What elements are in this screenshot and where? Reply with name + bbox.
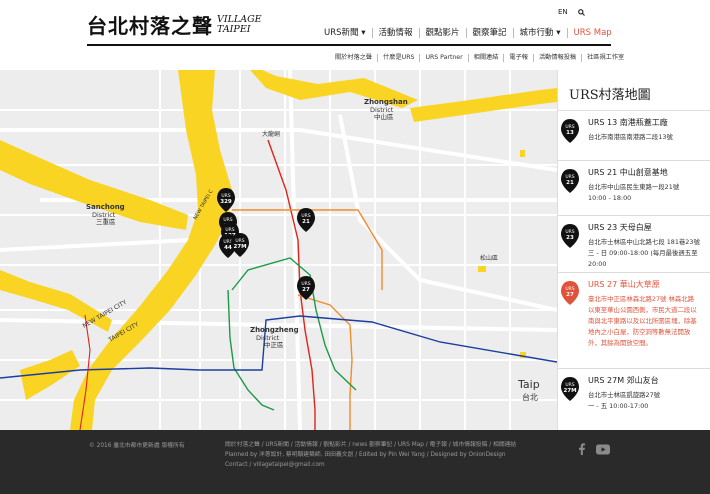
site-item-urs-23[interactable]: URS 23 URS 23 天母白屋 台北市士林區中山北路七段 181巷23號 …	[558, 215, 710, 272]
site-hours: 三 - 日 09:00-18:00 (每月最後週五至20:00	[588, 249, 698, 268]
nav-events[interactable]: 活動情報	[373, 28, 420, 38]
label-zhongzheng: Zhongzheng	[250, 326, 299, 334]
site-list-panel: URS村落地圖 URS 13 URS 13 南港瓶蓋工廠 台北市南港區南港路二段…	[557, 70, 710, 430]
subnav-submit-event[interactable]: 活動情報投稿	[534, 54, 583, 62]
map-pin-icon: URS 27M	[561, 377, 579, 401]
site-name: URS 23 天母白屋	[588, 223, 652, 232]
pin-number: 13	[566, 130, 574, 136]
logo-en-line2: TAIPEI	[217, 23, 251, 35]
subnav-studio[interactable]: 社區規工作室	[582, 54, 629, 62]
site-address: 地內之小白屋，防空洞等數無法開放	[588, 328, 691, 336]
footer-nav-links[interactable]: 關於村落之聲 / URS新聞 / 活動情報 / 觀點影片 / news 觀察筆記…	[225, 440, 545, 450]
nav-videos[interactable]: 觀點影片	[420, 28, 467, 38]
site-address: 外，其餘為開放空間。	[588, 339, 652, 347]
site-item-urs-21[interactable]: URS 21 URS 21 中山創意基地 台北市中山區民生東路一段21號 10:…	[558, 160, 710, 215]
marker-number: 329	[220, 199, 232, 205]
search-icon[interactable]	[577, 8, 585, 16]
marker-number: 27	[302, 287, 310, 293]
subnav-urs-partner[interactable]: URS Partner	[420, 54, 469, 62]
subnav-newsletter[interactable]: 電子報	[504, 54, 534, 62]
label-zhongzheng-zh: 中正區	[264, 340, 284, 349]
subnav-links[interactable]: 相關連結	[469, 54, 505, 62]
label-taipei-right-zh: 台北	[522, 392, 538, 402]
site-item-urs-27m[interactable]: URS 27M URS 27M 郊山友台 台北市士林區凱旋路27號 一 - 五 …	[558, 368, 710, 428]
map-pin-icon: URS 27	[561, 281, 579, 305]
site-logo[interactable]: 台北村落之聲 VILLAGE TAIPEI	[87, 10, 267, 39]
subnav-about[interactable]: 關於村落之聲	[330, 54, 379, 62]
map-canvas: Zhongshan District 中山區 Sanchong District…	[0, 70, 557, 430]
site-address: 台北市士林區凱旋路27號	[588, 391, 661, 399]
pin-number: 27M	[563, 388, 576, 394]
label-zhongshan: Zhongshan	[364, 98, 408, 106]
urs-map[interactable]: Zhongshan District 中山區 Sanchong District…	[0, 70, 557, 430]
site-address: 台北市南港區南港路二段13號	[588, 133, 673, 141]
pin-number: 23	[566, 235, 574, 241]
site-item-urs-13[interactable]: URS 13 URS 13 南港瓶蓋工廠 台北市南港區南港路二段13號	[558, 110, 710, 160]
pin-number: 27	[566, 292, 574, 298]
logo-chinese: 台北村落之聲	[87, 14, 213, 38]
site-name: URS 27 華山大草原	[588, 280, 660, 289]
label-songshan: 松山區	[480, 254, 498, 262]
site-address: 以東至華山公園西側，市民大道二段以	[588, 306, 697, 314]
site-name: URS 13 南港瓶蓋工廠	[588, 118, 668, 127]
label-sanchong: Sanchong	[86, 203, 125, 211]
label-datong: 大龍峒	[262, 130, 280, 138]
logo-english: VILLAGE TAIPEI	[217, 14, 267, 35]
marker-number: 21	[302, 219, 310, 225]
footer-contact[interactable]: Contact / villagetaipei@gmail.com	[225, 460, 545, 470]
park	[520, 150, 525, 157]
header-divider	[87, 44, 611, 46]
sub-nav: 關於村落之聲 什麼是URS URS Partner 相關連結 電子報 活動情報投…	[330, 54, 629, 62]
marker-number: 27M	[233, 244, 246, 250]
nav-notes[interactable]: 觀察筆記	[467, 28, 514, 38]
site-header: 台北村落之聲 VILLAGE TAIPEI EN URS新聞 ▾ 活動情報 觀點…	[0, 0, 710, 70]
panel-title: URS村落地圖	[569, 88, 651, 103]
facebook-icon[interactable]	[578, 440, 586, 459]
site-name: URS 21 中山創意基地	[588, 168, 668, 177]
site-name: URS 27M 郊山友台	[588, 376, 659, 385]
copyright: © 2016 臺北市都市更新處 版權所有	[89, 443, 185, 449]
pin-number: 21	[566, 180, 574, 186]
footer-links: 關於村落之聲 / URS新聞 / 活動情報 / 觀點影片 / news 觀察筆記…	[225, 440, 545, 470]
subnav-what-is-urs[interactable]: 什麼是URS	[378, 54, 421, 62]
social-links	[578, 440, 610, 459]
map-pin-icon: URS 13	[561, 119, 579, 143]
site-item-urs-27[interactable]: URS 27 URS 27 華山大草原 臺北市中正區林森北路27號 林森北路 以…	[558, 272, 710, 368]
label-sanchong-zh: 三重區	[96, 218, 116, 226]
site-hours: 10:00 - 18:00	[588, 194, 632, 202]
site-address: 台北市中山區民生東路一段21號	[588, 183, 680, 191]
site-address: 南與北平東路以及以北所圍區塊，除基	[588, 317, 697, 325]
map-pin-icon: URS 23	[561, 224, 579, 248]
main-nav: URS新聞 ▾ 活動情報 觀點影片 觀察筆記 城市行動 ▾ URS Map	[318, 28, 618, 38]
youtube-icon[interactable]	[596, 440, 610, 459]
map-pin-icon: URS 21	[561, 169, 579, 193]
nav-urs-news[interactable]: URS新聞 ▾	[318, 28, 373, 38]
footer-credits: Planned by 洋蔥設計, 蔡明穎建築師, 田田義文創 / Edited …	[225, 452, 506, 458]
utility-bar: EN	[558, 8, 585, 16]
park	[478, 266, 486, 272]
site-address: 臺北市中正區林森北路27號 林森北路	[588, 295, 695, 303]
site-address: 台北市士林區中山北路七段 181巷23號	[588, 238, 700, 246]
label-zhongshan-zh: 中山區	[374, 112, 394, 121]
language-toggle[interactable]: EN	[558, 8, 568, 16]
nav-city-action[interactable]: 城市行動 ▾	[514, 28, 568, 38]
site-footer: © 2016 臺北市都市更新處 版權所有 關於村落之聲 / URS新聞 / 活動…	[0, 430, 710, 494]
label-taipei-right: Taip	[517, 378, 540, 391]
marker-number: 44	[224, 245, 232, 251]
nav-urs-map[interactable]: URS Map	[568, 28, 618, 38]
site-hours: 一 - 五 10:00-17:00	[588, 402, 649, 410]
park	[377, 88, 383, 96]
